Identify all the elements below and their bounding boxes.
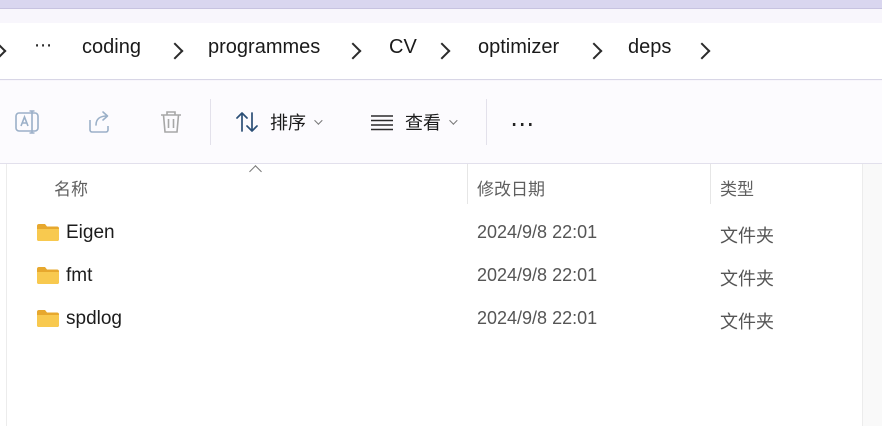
folder-icon xyxy=(37,267,59,284)
breadcrumb-programmes[interactable]: programmes xyxy=(208,36,320,59)
sort-ascending-icon xyxy=(249,165,262,178)
toolbar-divider xyxy=(210,99,211,145)
address-bar: ⋯ coding programmes CV optimizer deps xyxy=(0,9,882,81)
window-title-strip xyxy=(0,0,882,9)
breadcrumb-coding[interactable]: coding xyxy=(82,36,141,59)
column-divider[interactable] xyxy=(710,164,711,204)
list-item[interactable]: fmt 2024/9/8 22:01 文件夹 xyxy=(20,256,862,296)
chevron-down-icon xyxy=(449,116,458,125)
share-icon[interactable] xyxy=(86,108,114,136)
chevron-right-icon[interactable] xyxy=(693,42,711,60)
file-type: 文件夹 xyxy=(720,312,774,332)
view-label: 查看 xyxy=(405,113,441,133)
sort-button[interactable]: 排序 xyxy=(234,103,323,141)
column-name[interactable]: 名称 xyxy=(54,175,88,200)
file-modified: 2024/9/8 22:01 xyxy=(477,308,598,328)
sort-icon xyxy=(236,112,258,132)
file-list: 名称 修改日期 类型 Eigen 2024/9/8 22:01 文件夹 fmt … xyxy=(0,164,882,426)
toolbar-divider xyxy=(486,99,487,145)
list-item[interactable]: spdlog 2024/9/8 22:01 文件夹 xyxy=(20,299,862,339)
file-name: fmt xyxy=(66,265,93,286)
column-divider[interactable] xyxy=(467,164,468,204)
column-type[interactable]: 类型 xyxy=(720,175,754,200)
rename-icon[interactable] xyxy=(14,108,42,136)
chevron-right-icon[interactable] xyxy=(585,42,603,60)
breadcrumb-overflow-button[interactable]: ⋯ xyxy=(34,35,53,56)
list-item[interactable]: Eigen 2024/9/8 22:01 文件夹 xyxy=(20,213,862,253)
column-header: 名称 修改日期 类型 xyxy=(0,164,862,206)
view-button[interactable]: 查看 xyxy=(369,103,458,141)
file-name: spdlog xyxy=(66,308,122,329)
folder-icon xyxy=(37,224,59,241)
file-modified: 2024/9/8 22:01 xyxy=(477,222,598,242)
delete-icon[interactable] xyxy=(157,108,185,136)
chevron-right-icon[interactable] xyxy=(433,42,451,60)
chevron-down-icon xyxy=(314,116,323,125)
file-type: 文件夹 xyxy=(720,226,774,246)
file-type: 文件夹 xyxy=(720,269,774,289)
folder-icon xyxy=(37,310,59,327)
sort-label: 排序 xyxy=(270,113,306,133)
file-modified: 2024/9/8 22:01 xyxy=(477,265,598,285)
command-bar: 排序 查看 ⋯ xyxy=(0,81,882,164)
breadcrumb-optimizer[interactable]: optimizer xyxy=(478,36,559,59)
chevron-right-icon[interactable] xyxy=(344,42,362,60)
vertical-scrollbar[interactable] xyxy=(862,164,882,426)
more-options-button[interactable]: ⋯ xyxy=(510,110,535,139)
breadcrumb-deps[interactable]: deps xyxy=(628,36,671,59)
breadcrumb-cv[interactable]: CV xyxy=(389,36,417,59)
column-modified[interactable]: 修改日期 xyxy=(477,175,545,200)
chevron-right-icon[interactable] xyxy=(166,42,184,60)
chevron-right-icon[interactable] xyxy=(0,42,7,60)
view-icon xyxy=(371,115,393,131)
file-name: Eigen xyxy=(66,222,115,243)
